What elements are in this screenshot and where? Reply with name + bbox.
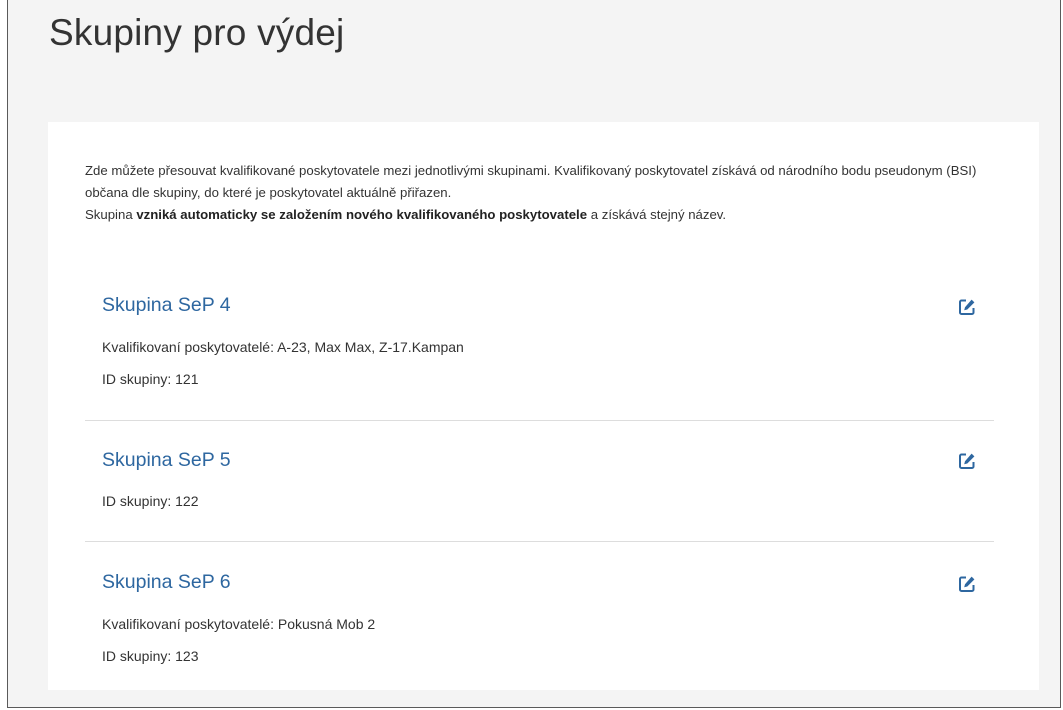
intro-bold-text: vzniká automaticky se založením nového k… xyxy=(136,207,588,222)
edit-group-button[interactable] xyxy=(958,452,976,470)
edit-icon xyxy=(959,453,975,469)
group-providers: Kvalifikovaní poskytovatelé: A-23, Max M… xyxy=(102,339,464,355)
group-title-link[interactable]: Skupina SeP 6 xyxy=(102,571,231,594)
intro-paragraph-2: Skupina vzniká automaticky se založením … xyxy=(85,204,985,226)
edit-group-button[interactable] xyxy=(958,298,976,316)
group-id: ID skupiny: 121 xyxy=(102,371,199,387)
intro-suffix: a získává stejný název. xyxy=(587,207,727,222)
intro-text: Zde můžete přesouvat kvalifikované posky… xyxy=(85,160,985,226)
group-id: ID skupiny: 123 xyxy=(102,648,199,664)
group-title-link[interactable]: Skupina SeP 4 xyxy=(102,294,231,317)
edit-icon xyxy=(959,299,975,315)
group-title-link[interactable]: Skupina SeP 5 xyxy=(102,449,231,472)
page-title: Skupiny pro výdej xyxy=(49,12,345,53)
app-frame: Skupiny pro výdej Zde můžete přesouvat k… xyxy=(7,0,1061,708)
edit-group-button[interactable] xyxy=(958,575,976,593)
group-id: ID skupiny: 122 xyxy=(102,493,199,509)
groups-card: Zde můžete přesouvat kvalifikované posky… xyxy=(48,122,1039,690)
group-item: Skupina SeP 4 Kvalifikovaní poskytovatel… xyxy=(85,284,994,421)
group-item: Skupina SeP 5 ID skupiny: 122 xyxy=(85,420,994,542)
group-item: Skupina SeP 6 Kvalifikovaní poskytovatel… xyxy=(85,541,994,681)
edit-icon xyxy=(959,576,975,592)
intro-prefix: Skupina xyxy=(85,207,137,222)
intro-paragraph-1: Zde můžete přesouvat kvalifikované posky… xyxy=(85,163,977,200)
group-providers: Kvalifikovaní poskytovatelé: Pokusná Mob… xyxy=(102,616,376,632)
